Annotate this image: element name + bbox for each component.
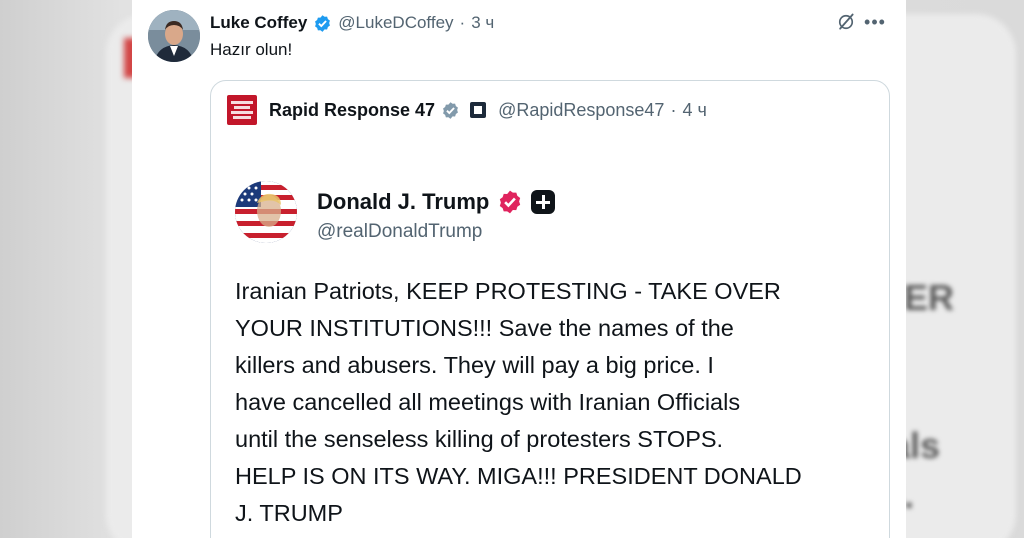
quoted-author-row: Rapid Response 47 @RapidResponse47 · 4 ч bbox=[227, 95, 707, 125]
plus-badge-icon bbox=[531, 190, 556, 214]
affiliate-flag-icon bbox=[470, 102, 487, 118]
inner-author-row: Donald J. Trump bbox=[317, 187, 556, 217]
tweet-text: Hazır olun! bbox=[210, 40, 293, 59]
quoted-tweet[interactable]: Rapid Response 47 @RapidResponse47 · 4 ч bbox=[210, 80, 890, 538]
post-line: killers and abusers. They will pay a big… bbox=[235, 352, 714, 378]
post-line: until the senseless killing of protester… bbox=[235, 426, 724, 452]
author-name[interactable]: Luke Coffey bbox=[210, 13, 307, 33]
post-line: YOUR INSTITUTIONS!!! Save the names of t… bbox=[235, 315, 734, 341]
pink-verified-badge-icon bbox=[500, 190, 521, 214]
more-icon[interactable]: ••• bbox=[864, 12, 886, 34]
author-avatar[interactable] bbox=[148, 10, 200, 62]
post-line: HELP IS ON ITS WAY. MIGA!!! PRESIDENT DO… bbox=[235, 463, 802, 489]
post-line: Iranian Patriots, KEEP PROTESTING - TAKE… bbox=[235, 278, 781, 304]
quoted-tweet-time[interactable]: 4 ч bbox=[682, 100, 706, 121]
quoted-author-handle[interactable]: @RapidResponse47 bbox=[498, 100, 664, 121]
post-line: have cancelled all meetings with Iranian… bbox=[235, 389, 741, 415]
inner-author-avatar[interactable] bbox=[235, 181, 297, 243]
tweet-time[interactable]: 3 ч bbox=[471, 13, 494, 33]
verified-badge-icon bbox=[315, 14, 331, 32]
quoted-author-avatar[interactable] bbox=[227, 95, 257, 125]
post-line: J. TRUMP bbox=[235, 500, 343, 526]
quoted-separator-dot: · bbox=[670, 99, 677, 120]
author-row: Luke Coffey @LukeDCoffey · 3 ч bbox=[210, 10, 494, 36]
tweet-screenshot: Luke Coffey @LukeDCoffey · 3 ч ••• Hazır… bbox=[132, 0, 906, 538]
grok-icon[interactable] bbox=[836, 12, 856, 32]
inner-post-text: Iranian Patriots, KEEP PROTESTING - TAKE… bbox=[235, 273, 875, 532]
author-handle[interactable]: @LukeDCoffey bbox=[338, 13, 453, 33]
quoted-author-name[interactable]: Rapid Response 47 bbox=[269, 100, 435, 121]
inner-author-handle[interactable]: @realDonaldTrump bbox=[317, 221, 482, 243]
inner-author-name[interactable]: Donald J. Trump bbox=[317, 189, 489, 215]
separator-dot: · bbox=[459, 13, 466, 32]
gray-verified-badge-icon bbox=[443, 101, 459, 119]
